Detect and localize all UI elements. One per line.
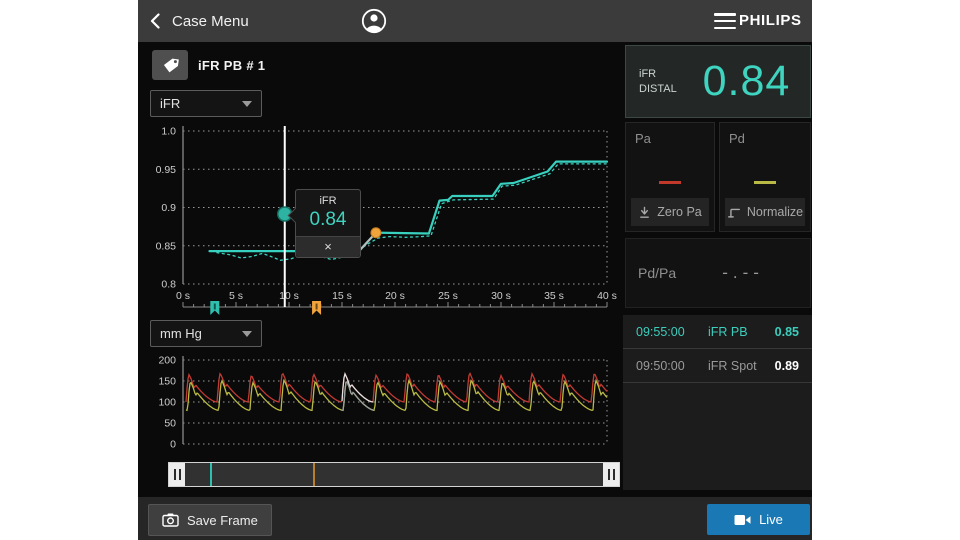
history-value: 0.85 (775, 325, 812, 339)
normalize-button[interactable]: Normalize (725, 198, 805, 226)
app-window: Case Menu PHILIPS iFR PB # 1 iFR mm Hg (138, 0, 812, 540)
metric-dropdown-value: iFR (160, 96, 180, 111)
scrubber-right-handle[interactable] (603, 463, 619, 486)
back-label: Case Menu (172, 13, 249, 30)
scrubber-track[interactable] (185, 463, 603, 486)
chevron-down-icon (242, 101, 252, 107)
save-frame-label: Save Frame (187, 513, 258, 528)
pd-panel: Pd Normalize (719, 122, 811, 232)
metric-dropdown[interactable]: iFR (150, 90, 262, 117)
tag-icon (161, 57, 180, 74)
unit-dropdown-value: mm Hg (160, 326, 202, 341)
camera-icon (162, 513, 179, 527)
pd-trace-swatch (754, 181, 776, 184)
svg-text:50: 50 (164, 418, 176, 430)
svg-text:0.85: 0.85 (156, 240, 177, 252)
screen: Case Menu PHILIPS iFR PB # 1 iFR mm Hg (0, 0, 960, 540)
svg-text:35 s: 35 s (544, 290, 564, 302)
ifr-trend-line (210, 162, 608, 252)
ifr-trend-chart: 1.0 0.95 0.9 0.85 0.80 s 5 s 10 s 15 s 20 s 25 s 3… (156, 126, 617, 303)
zero-pa-label: Zero Pa (657, 205, 701, 219)
svg-text:30 s: 30 s (491, 290, 511, 302)
ifr-cursor-tooltip: iFR 0.84 × (295, 189, 361, 258)
pdpa-label: Pd/Pa (626, 265, 676, 281)
timeline-ruler (183, 301, 607, 315)
svg-text:20 s: 20 s (385, 290, 405, 302)
pdpa-value: -.-- (676, 263, 810, 283)
pa-panel: Pa Zero Pa (625, 122, 715, 232)
scrubber-teal-marker (210, 463, 212, 486)
menu-icon[interactable] (714, 13, 736, 29)
pressure-chart: 200 150 100 50 0 (158, 355, 607, 451)
history-row[interactable]: 09:50:00 iFR Spot 0.89 (623, 349, 812, 383)
svg-text:0.95: 0.95 (156, 164, 177, 176)
zero-arrow-icon (638, 206, 651, 219)
ifr-distal-value: 0.84 (689, 57, 810, 106)
pa-label: Pa (635, 131, 651, 146)
svg-text:1.0: 1.0 (161, 126, 176, 138)
back-chevron-icon (150, 13, 160, 29)
svg-text:10 s: 10 s (279, 290, 299, 302)
bookmark-marker-1[interactable] (312, 301, 321, 315)
highlighted-beat-pa (342, 374, 373, 402)
pd-label: Pd (729, 131, 745, 146)
save-frame-button[interactable]: Save Frame (148, 504, 272, 536)
ifr-distal-panel: iFR DISTAL 0.84 (625, 45, 811, 118)
tooltip-label: iFR (296, 190, 360, 207)
svg-text:40 s: 40 s (597, 290, 617, 302)
pdpa-panel: Pd/Pa -.-- (625, 238, 811, 308)
pa-waveform (186, 374, 607, 403)
scrubber-orange-marker (313, 463, 315, 486)
svg-text:0: 0 (170, 439, 176, 451)
svg-text:0.9: 0.9 (161, 202, 176, 214)
svg-text:15 s: 15 s (332, 290, 352, 302)
svg-text:0.8: 0.8 (161, 279, 176, 291)
highlighted-beat-pd (342, 382, 373, 411)
ifr-distal-label: iFR DISTAL (626, 67, 689, 97)
top-bar: Case Menu PHILIPS (138, 0, 812, 42)
history-value: 0.89 (775, 359, 812, 373)
history-name: iFR Spot (708, 359, 775, 373)
svg-text:0 s: 0 s (176, 290, 190, 302)
bottom-bar: Save Frame Live (138, 497, 812, 540)
measurement-history-list: 09:55:00 iFR PB 0.85 09:50:00 iFR Spot 0… (623, 315, 812, 490)
measurement-title: iFR PB # 1 (198, 58, 265, 73)
normalize-label: Normalize (747, 205, 803, 219)
bookmark-tag-button[interactable] (152, 50, 188, 80)
svg-text:100: 100 (158, 397, 176, 409)
live-label: Live (759, 512, 783, 527)
chevron-down-icon (242, 331, 252, 337)
svg-text:200: 200 (158, 355, 176, 367)
ifr-live-line (217, 164, 607, 260)
video-camera-icon (734, 514, 751, 526)
bookmark-marker-0[interactable] (210, 301, 219, 315)
svg-text:25 s: 25 s (438, 290, 458, 302)
history-time: 09:50:00 (623, 359, 708, 373)
svg-text:5 s: 5 s (229, 290, 243, 302)
user-avatar-icon[interactable] (361, 8, 387, 34)
normalize-icon (727, 206, 741, 219)
pullback-event-dot[interactable] (371, 228, 381, 238)
scrubber-left-handle[interactable] (169, 463, 185, 486)
live-button[interactable]: Live (707, 504, 810, 535)
tooltip-close-button[interactable]: × (296, 236, 360, 257)
timeline-scrubber[interactable] (168, 462, 620, 487)
svg-text:150: 150 (158, 376, 176, 388)
unit-dropdown[interactable]: mm Hg (150, 320, 262, 347)
history-name: iFR PB (708, 325, 775, 339)
pd-waveform (186, 380, 607, 410)
philips-logo: PHILIPS (739, 12, 802, 29)
history-time: 09:55:00 (623, 325, 708, 339)
tooltip-value: 0.84 (296, 207, 360, 236)
history-row[interactable]: 09:55:00 iFR PB 0.85 (623, 315, 812, 349)
pa-trace-swatch (659, 181, 681, 184)
back-button[interactable]: Case Menu (150, 0, 249, 42)
zero-pa-button[interactable]: Zero Pa (631, 198, 709, 226)
